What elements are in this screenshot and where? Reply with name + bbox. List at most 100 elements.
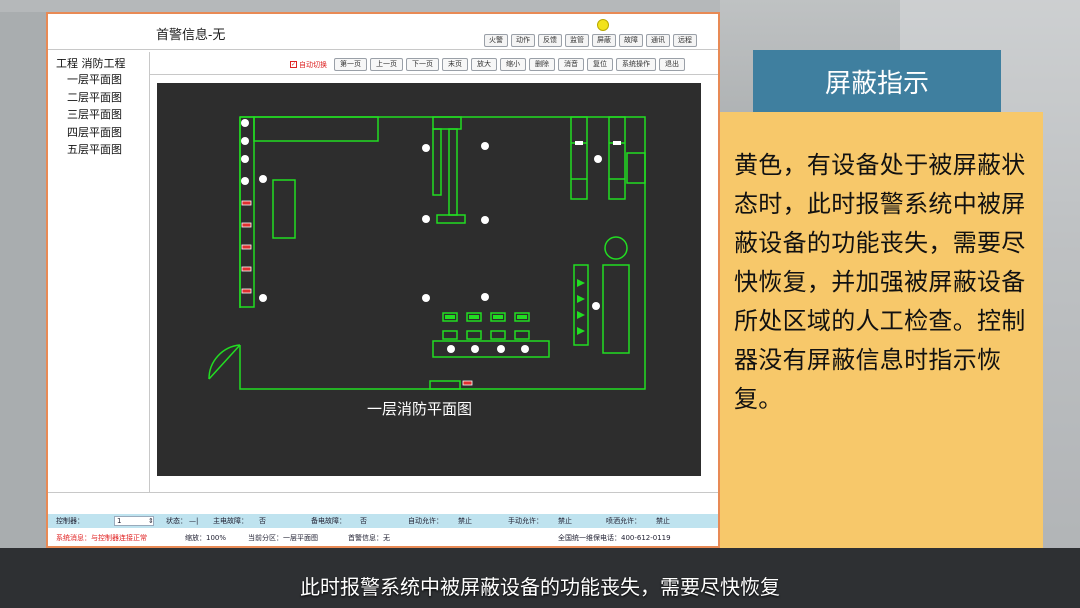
smoke-detector-6 bbox=[259, 294, 267, 302]
rack-device-1 bbox=[575, 141, 583, 145]
supervise-button[interactable]: 监管 bbox=[565, 34, 589, 47]
smoke-detector-18 bbox=[521, 345, 529, 353]
workstation-6 bbox=[466, 330, 482, 340]
tree-item-floor-3[interactable]: 三层平面图 bbox=[56, 106, 149, 124]
main-power-value: 否 bbox=[259, 517, 266, 525]
entrance-door bbox=[208, 344, 241, 380]
workstation-fill-3 bbox=[493, 315, 503, 319]
first-alarm-info: 首警信息：无 bbox=[348, 534, 390, 542]
alarm-type-toolbar: 火警 动作 反馈 监管 屏蔽 故障 通讯 远程 bbox=[484, 34, 697, 47]
main-power-label: 主电故障： bbox=[213, 517, 248, 525]
smoke-detector-4 bbox=[241, 177, 249, 185]
manual-allow-value: 禁止 bbox=[558, 517, 572, 525]
service-hotline: 全国统一维保电话：400-612-0119 bbox=[558, 534, 671, 542]
round-tank bbox=[604, 236, 628, 260]
shielded-device-6 bbox=[462, 380, 473, 386]
panel-indicator-2 bbox=[577, 295, 585, 303]
action-button[interactable]: 动作 bbox=[511, 34, 535, 47]
stair-column bbox=[432, 116, 462, 130]
rack-device-2 bbox=[613, 141, 621, 145]
equipment-rack-2 bbox=[608, 116, 626, 200]
callout-title: 屏蔽指示 bbox=[753, 50, 1001, 112]
backup-power-value: 否 bbox=[360, 517, 367, 525]
shield-indicator-light bbox=[597, 19, 609, 31]
exit-button[interactable]: 退出 bbox=[659, 58, 685, 71]
system-operation-button[interactable]: 系统操作 bbox=[616, 58, 656, 71]
smoke-detector-9 bbox=[422, 215, 430, 223]
callout-panel: 黄色，有设备处于被屏蔽状态时，此时报警系统中被屏蔽设备的功能丧失，需要尽快恢复，… bbox=[720, 112, 1043, 548]
floor-plan-map[interactable]: 一层消防平面图 bbox=[157, 83, 701, 476]
workstation-fill-4 bbox=[517, 315, 527, 319]
tree-item-floor-5[interactable]: 五层平面图 bbox=[56, 141, 149, 159]
state-value: —| bbox=[189, 517, 199, 525]
controller-status-bar: 控制器： 1 ⇕ 状态： —| 主电故障： 否 备电故障： 否 自动允许： 禁止… bbox=[48, 514, 718, 528]
workstation-8 bbox=[514, 330, 530, 340]
remote-button[interactable]: 远程 bbox=[673, 34, 697, 47]
floor-tree: 工程 消防工程 一层平面图 二层平面图 三层平面图 四层平面图 五层平面图 bbox=[48, 52, 150, 492]
smoke-detector-13 bbox=[594, 155, 602, 163]
smoke-detector-3 bbox=[241, 155, 249, 163]
auto-allow-label: 自动允许： bbox=[408, 517, 443, 525]
first-page-button[interactable]: 第一页 bbox=[334, 58, 367, 71]
tree-item-floor-1[interactable]: 一层平面图 bbox=[56, 71, 149, 89]
smoke-detector-10 bbox=[481, 216, 489, 224]
smoke-detector-12 bbox=[481, 293, 489, 301]
controller-label: 控制器： bbox=[56, 517, 84, 525]
shielded-device-2 bbox=[241, 222, 252, 228]
fault-button[interactable]: 故障 bbox=[619, 34, 643, 47]
tree-root-project[interactable]: 工程 消防工程 bbox=[56, 56, 149, 71]
auto-switch-checkbox[interactable]: ✓ 自动切换 bbox=[290, 60, 327, 70]
reset-button[interactable]: 复位 bbox=[587, 58, 613, 71]
video-background-left bbox=[0, 0, 48, 608]
title-divider bbox=[48, 49, 718, 50]
silence-button[interactable]: 消音 bbox=[558, 58, 584, 71]
smoke-detector-14 bbox=[592, 302, 600, 310]
current-zone: 当前分区：一层平面图 bbox=[248, 534, 318, 542]
shield-button[interactable]: 屏蔽 bbox=[592, 34, 616, 47]
checkbox-check-icon: ✓ bbox=[290, 61, 297, 68]
app-window: 首警信息-无 火警 动作 反馈 监管 屏蔽 故障 通讯 远程 工程 消防工程 一… bbox=[46, 12, 720, 548]
fire-alarm-button[interactable]: 火警 bbox=[484, 34, 508, 47]
smoke-detector-11 bbox=[422, 294, 430, 302]
manual-allow-label: 手动允许： bbox=[508, 517, 543, 525]
backup-power-label: 备电故障： bbox=[311, 517, 346, 525]
tree-item-floor-4[interactable]: 四层平面图 bbox=[56, 124, 149, 142]
panel-indicator-3 bbox=[577, 311, 585, 319]
zoom-in-button[interactable]: 放大 bbox=[471, 58, 497, 71]
status-divider bbox=[48, 492, 718, 493]
smoke-detector-7 bbox=[422, 144, 430, 152]
system-message: 系统消息：与控制器连接正常 bbox=[56, 534, 147, 542]
left-corridor bbox=[239, 116, 255, 308]
zoom-out-button[interactable]: 缩小 bbox=[500, 58, 526, 71]
auto-switch-label: 自动切换 bbox=[299, 60, 327, 69]
last-page-button[interactable]: 末页 bbox=[442, 58, 468, 71]
right-tall-cabinet bbox=[602, 264, 630, 354]
communication-button[interactable]: 通讯 bbox=[646, 34, 670, 47]
shielded-device-4 bbox=[241, 266, 252, 272]
delete-button[interactable]: 删除 bbox=[529, 58, 555, 71]
app-title: 首警信息-无 bbox=[156, 27, 226, 42]
tree-item-floor-2[interactable]: 二层平面图 bbox=[56, 89, 149, 107]
stair-landing bbox=[436, 214, 466, 224]
prev-page-button[interactable]: 上一页 bbox=[370, 58, 403, 71]
smoke-detector-16 bbox=[471, 345, 479, 353]
feedback-button[interactable]: 反馈 bbox=[538, 34, 562, 47]
stair-shaft bbox=[432, 128, 442, 196]
smoke-detector-2 bbox=[241, 137, 249, 145]
shielded-device-3 bbox=[241, 244, 252, 250]
spray-allow-label: 喷洒允许： bbox=[606, 517, 641, 525]
zoom-level: 缩放：100% bbox=[185, 534, 227, 542]
building-outer-wall bbox=[239, 116, 646, 390]
video-subtitle-bar: 此时报警系统中被屏蔽设备的功能丧失，需要尽快恢复 bbox=[0, 562, 1080, 608]
controller-select-arrow-icon[interactable]: ⇕ bbox=[148, 517, 154, 525]
smoke-detector-1 bbox=[241, 119, 249, 127]
next-page-button[interactable]: 下一页 bbox=[406, 58, 439, 71]
workstation-5 bbox=[442, 330, 458, 340]
equipment-rack-1 bbox=[570, 116, 588, 200]
map-frame: 一层消防平面图 bbox=[150, 74, 718, 492]
smoke-detector-8 bbox=[481, 142, 489, 150]
callout-text: 黄色，有设备处于被屏蔽状态时，此时报警系统中被屏蔽设备的功能丧失，需要尽快恢复，… bbox=[734, 152, 1026, 413]
auto-allow-value: 禁止 bbox=[458, 517, 472, 525]
spray-allow-value: 禁止 bbox=[656, 517, 670, 525]
workstation-fill-2 bbox=[469, 315, 479, 319]
